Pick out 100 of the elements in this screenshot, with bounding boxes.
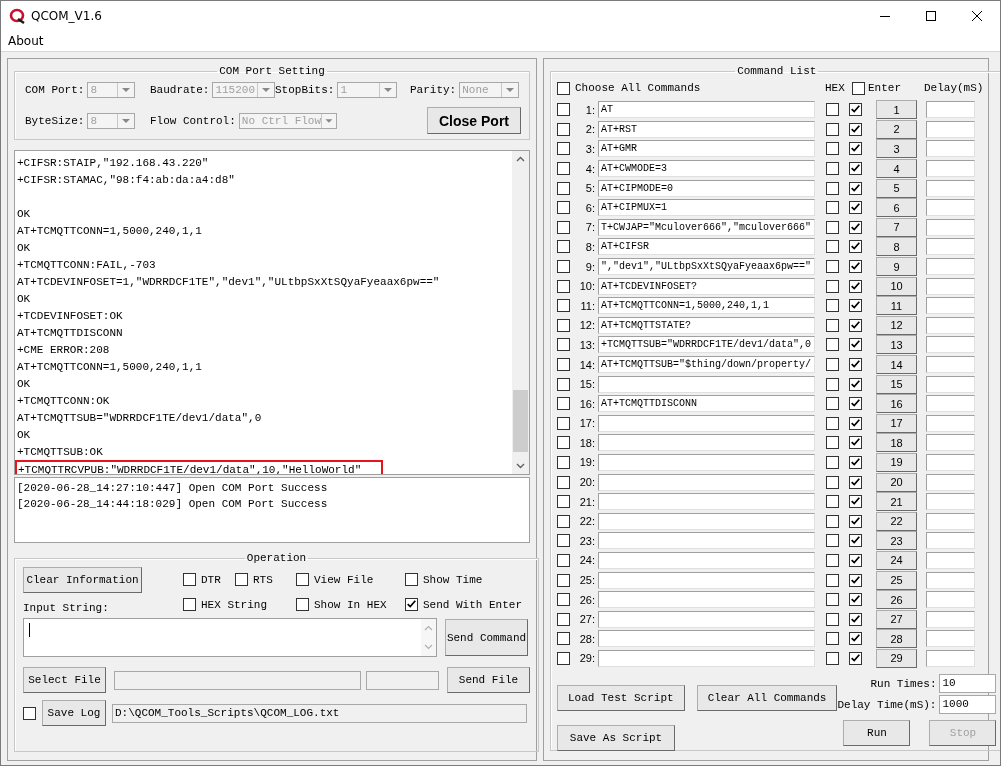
delay-field[interactable] [926, 454, 975, 471]
checkbox[interactable] [826, 475, 839, 489]
checkbox[interactable] [826, 416, 839, 430]
checkbox[interactable] [849, 573, 862, 587]
delay-field[interactable] [926, 120, 975, 138]
checkbox[interactable] [826, 162, 839, 176]
checkbox[interactable] [849, 593, 862, 607]
command-field[interactable] [598, 454, 815, 471]
send-row-button[interactable]: 11 [876, 296, 917, 316]
checkbox[interactable] [557, 456, 570, 469]
checkbox[interactable] [826, 142, 839, 156]
run-times-field[interactable]: 10 [939, 674, 997, 694]
checkbox[interactable] [849, 338, 862, 352]
command-field[interactable] [598, 414, 815, 432]
send-row-button[interactable]: 19 [876, 453, 917, 472]
checkbox[interactable] [826, 632, 839, 646]
delay-time-field[interactable]: 1000 [939, 695, 997, 715]
checkbox[interactable] [826, 593, 839, 607]
checkbox[interactable] [557, 397, 570, 411]
checkbox[interactable] [826, 103, 839, 117]
send-row-button[interactable]: 24 [876, 550, 917, 570]
checkbox[interactable] [405, 573, 418, 586]
checkbox[interactable] [557, 103, 570, 117]
delay-field[interactable] [926, 571, 975, 589]
command-field[interactable] [598, 571, 815, 589]
checkbox[interactable] [557, 279, 570, 293]
command-field[interactable]: AT+TCMQTTDISCONN [598, 395, 815, 413]
checkbox[interactable] [183, 598, 196, 611]
command-field[interactable]: AT+CIFSR [598, 238, 815, 256]
delay-field[interactable] [926, 610, 975, 628]
select-file-button[interactable]: Select File [23, 667, 106, 693]
command-field[interactable]: T+CWJAP="Mculover666","mculover666" [598, 218, 815, 236]
checkbox[interactable] [557, 201, 570, 215]
send-row-button[interactable]: 1 [876, 100, 917, 120]
checkbox[interactable] [557, 220, 570, 234]
checkbox[interactable] [557, 514, 570, 528]
send-row-button[interactable]: 6 [876, 198, 917, 218]
command-field[interactable]: AT [598, 101, 815, 119]
delay-field[interactable] [926, 179, 975, 197]
checkbox[interactable] [23, 706, 36, 720]
send-row-button[interactable]: 17 [876, 413, 917, 433]
delay-field[interactable] [926, 512, 975, 530]
checkbox[interactable] [852, 81, 865, 95]
send-row-button[interactable]: 5 [876, 178, 917, 198]
save-log-button[interactable]: Save Log [42, 700, 106, 726]
delay-field[interactable] [926, 316, 975, 334]
maximize-icon[interactable] [926, 11, 936, 21]
checkbox[interactable] [826, 456, 839, 469]
checkbox[interactable] [557, 240, 570, 254]
command-field[interactable] [598, 610, 815, 628]
send-row-button[interactable]: 9 [876, 257, 917, 277]
delay-field[interactable] [926, 649, 975, 667]
command-field[interactable] [598, 532, 815, 550]
checkbox[interactable] [557, 358, 570, 371]
checkbox[interactable] [557, 122, 570, 136]
send-row-button[interactable]: 29 [876, 648, 917, 668]
command-field[interactable] [598, 493, 815, 511]
command-field[interactable] [598, 551, 815, 569]
checkbox[interactable] [557, 260, 570, 274]
checkbox[interactable] [826, 240, 839, 254]
checkbox[interactable] [557, 632, 570, 646]
checkbox[interactable] [849, 495, 862, 509]
checkbox[interactable] [849, 436, 862, 450]
checkbox[interactable] [826, 318, 839, 332]
checkbox[interactable] [557, 495, 570, 509]
checkbox[interactable] [849, 299, 862, 313]
checkbox[interactable] [849, 220, 862, 234]
delay-field[interactable] [926, 277, 975, 295]
command-field[interactable]: AT+TCMQTTSTATE? [598, 316, 815, 334]
checkbox[interactable] [826, 651, 839, 665]
checkbox[interactable] [849, 279, 862, 293]
delay-field[interactable] [926, 375, 975, 393]
checkbox[interactable] [826, 338, 839, 352]
checkbox[interactable] [826, 377, 839, 391]
command-field[interactable] [598, 591, 815, 609]
checkbox[interactable] [849, 162, 862, 176]
checkbox[interactable] [849, 416, 862, 430]
command-field[interactable]: AT+CWMODE=3 [598, 160, 815, 178]
checkbox[interactable] [557, 553, 570, 567]
checkbox[interactable] [557, 377, 570, 391]
delay-field[interactable] [926, 493, 975, 511]
checkbox[interactable] [557, 593, 570, 607]
send-row-button[interactable]: 7 [876, 217, 917, 237]
log-path-field[interactable]: D:\QCOM_Tools_Scripts\QCOM_LOG.txt [112, 703, 527, 723]
send-row-button[interactable]: 28 [876, 629, 917, 649]
delay-field[interactable] [926, 473, 975, 491]
send-row-button[interactable]: 14 [876, 355, 917, 374]
checkbox[interactable] [849, 122, 862, 136]
send-row-button[interactable]: 3 [876, 139, 917, 159]
send-row-button[interactable]: 26 [876, 590, 917, 610]
checkbox[interactable] [557, 162, 570, 176]
checkbox[interactable] [557, 142, 570, 156]
command-field[interactable]: AT+RST [598, 120, 815, 138]
delay-field[interactable] [926, 160, 975, 178]
delay-field[interactable] [926, 630, 975, 648]
delay-field[interactable] [926, 414, 975, 432]
send-row-button[interactable]: 18 [876, 433, 917, 453]
command-field[interactable]: AT+CIPMUX=1 [598, 199, 815, 217]
send-row-button[interactable]: 27 [876, 609, 917, 629]
command-field[interactable]: +TCMQTTSUB="WDRRDCF1TE/dev1/data",0 [598, 336, 815, 354]
